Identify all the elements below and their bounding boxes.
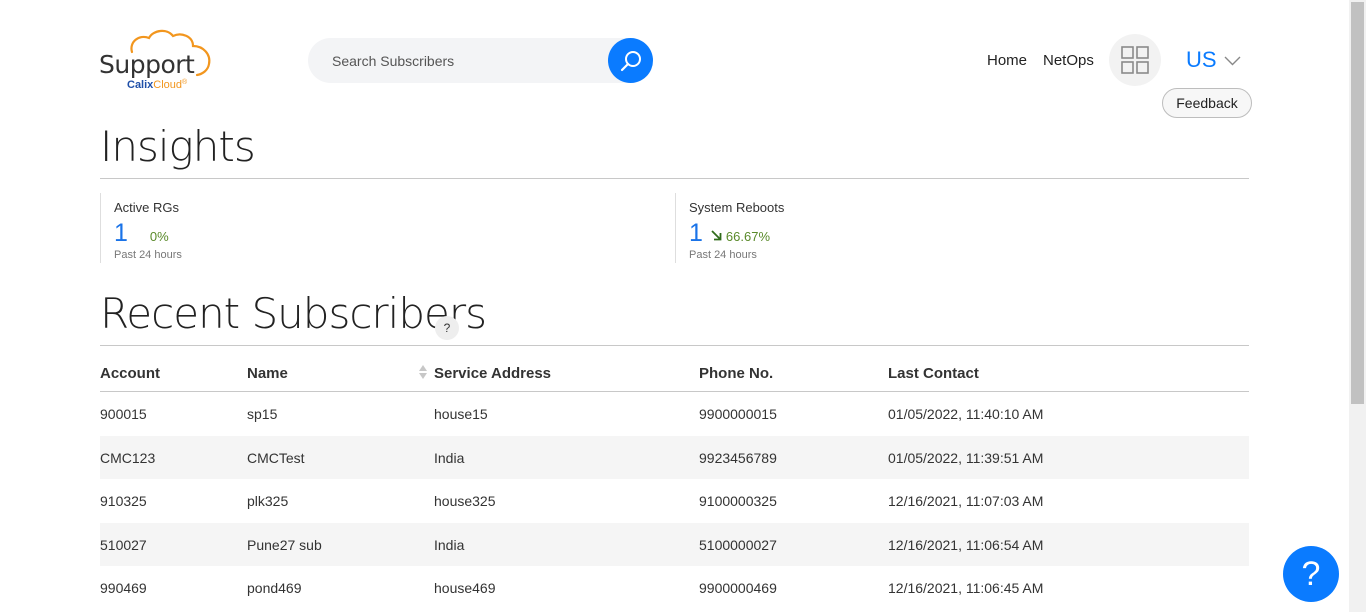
feedback-button[interactable]: Feedback bbox=[1162, 88, 1252, 118]
column-phone[interactable]: Phone No. bbox=[699, 365, 773, 382]
metric-value: 1 bbox=[114, 219, 128, 247]
metric-active-rgs[interactable]: Active RGs 1 0% Past 24 hours bbox=[100, 193, 660, 263]
cell-name: CMCTest bbox=[247, 449, 305, 466]
cell-account: 990469 bbox=[100, 580, 147, 597]
support-logo[interactable]: Support CalixCloud® bbox=[99, 28, 221, 94]
search-input[interactable] bbox=[332, 50, 602, 72]
cell-account: 910325 bbox=[100, 493, 147, 510]
search-icon bbox=[620, 50, 641, 71]
cell-service-address: house325 bbox=[434, 493, 496, 510]
table-header: Account Name Service Address Phone No. L… bbox=[100, 355, 1249, 392]
table-row[interactable]: 910325 plk325 house325 9100000325 12/16/2021… bbox=[100, 479, 1249, 523]
column-last-contact[interactable]: Last Contact bbox=[888, 365, 979, 382]
metric-percent: 66.67% bbox=[725, 229, 770, 244]
cell-service-address: house469 bbox=[434, 580, 496, 597]
region-selector[interactable]: US bbox=[1186, 47, 1217, 73]
page-scrollbar[interactable] bbox=[1349, 0, 1366, 612]
recent-help-button[interactable]: ? bbox=[435, 316, 459, 340]
logo-registered: ® bbox=[182, 79, 188, 86]
cell-service-address: India bbox=[434, 536, 465, 553]
cell-service-address: house15 bbox=[434, 406, 488, 422]
recent-divider bbox=[100, 345, 1249, 346]
metric-percent: 0% bbox=[149, 229, 169, 244]
insights-title: Insights bbox=[100, 122, 256, 171]
grid-icon bbox=[1121, 46, 1149, 74]
subscribers-table: Account Name Service Address Phone No. L… bbox=[100, 355, 1249, 610]
cell-last-contact: 01/05/2022, 11:39:51 AM bbox=[888, 449, 1044, 466]
cell-last-contact: 12/16/2021, 11:06:45 AM bbox=[888, 580, 1044, 597]
apps-menu-button[interactable] bbox=[1109, 34, 1161, 86]
logo-wordmark: Support bbox=[99, 50, 195, 79]
cell-name: pond469 bbox=[247, 580, 302, 597]
logo-cloud: Cloud bbox=[153, 79, 183, 91]
cell-phone: 9900000015 bbox=[699, 406, 777, 422]
nav-netops-link[interactable]: NetOps bbox=[1043, 52, 1094, 69]
nav-home-link[interactable]: Home bbox=[987, 52, 1027, 69]
cell-account: 900015 bbox=[100, 406, 147, 422]
table-row[interactable]: CMC123 CMCTest India 9923456789 01/05/2022, … bbox=[100, 435, 1249, 480]
table-row[interactable]: 990469 pond469 house469 9900000469 12/16/202… bbox=[100, 566, 1249, 610]
search-bar bbox=[308, 38, 653, 83]
help-fab-button[interactable]: ? bbox=[1283, 546, 1339, 602]
insights-divider bbox=[100, 178, 1249, 179]
cell-account: 510027 bbox=[100, 536, 147, 553]
cell-service-address: India bbox=[434, 449, 465, 466]
search-button[interactable] bbox=[608, 38, 653, 83]
table-row[interactable]: 510027 Pune27 sub India 5100000027 12/16/202… bbox=[100, 522, 1249, 567]
table-row[interactable]: 900015 sp15 house15 9900000015 01/05/2022, 1… bbox=[100, 392, 1249, 436]
metric-value: 1 bbox=[689, 219, 703, 247]
recent-subscribers-title: Recent Subscribers bbox=[100, 289, 487, 338]
arrow-down-right-icon bbox=[711, 230, 722, 241]
logo-subtitle: CalixCloud® bbox=[127, 79, 187, 91]
cell-phone: 9100000325 bbox=[699, 493, 777, 510]
logo-calix: Calix bbox=[127, 79, 154, 91]
metric-period: Past 24 hours bbox=[689, 249, 757, 261]
sort-icon[interactable] bbox=[418, 364, 428, 380]
cell-phone: 9923456789 bbox=[699, 449, 777, 466]
cell-name: plk325 bbox=[247, 493, 289, 510]
metric-label: System Reboots bbox=[689, 200, 785, 215]
metric-period: Past 24 hours bbox=[114, 249, 182, 261]
cell-phone: 9900000469 bbox=[699, 580, 777, 597]
column-name[interactable]: Name bbox=[247, 365, 288, 382]
cell-last-contact: 12/16/2021, 11:07:03 AM bbox=[888, 493, 1044, 510]
cell-phone: 5100000027 bbox=[699, 536, 777, 553]
column-account[interactable]: Account bbox=[100, 365, 160, 382]
metric-label: Active RGs bbox=[114, 200, 180, 215]
cell-last-contact: 01/05/2022, 11:40:10 AM bbox=[888, 406, 1044, 422]
scrollbar-thumb[interactable] bbox=[1351, 2, 1364, 404]
table-body: 900015 sp15 house15 9900000015 01/05/2022, 1… bbox=[100, 392, 1249, 610]
cell-last-contact: 12/16/2021, 11:06:54 AM bbox=[888, 536, 1044, 553]
cell-account: CMC123 bbox=[100, 449, 156, 466]
cell-name: Pune27 sub bbox=[247, 536, 322, 553]
cell-name: sp15 bbox=[247, 406, 278, 422]
column-service-address[interactable]: Service Address bbox=[434, 365, 551, 382]
metric-system-reboots[interactable]: System Reboots 1 66.67% Past 24 hours bbox=[675, 193, 1235, 263]
chevron-down-icon[interactable] bbox=[1224, 56, 1241, 66]
